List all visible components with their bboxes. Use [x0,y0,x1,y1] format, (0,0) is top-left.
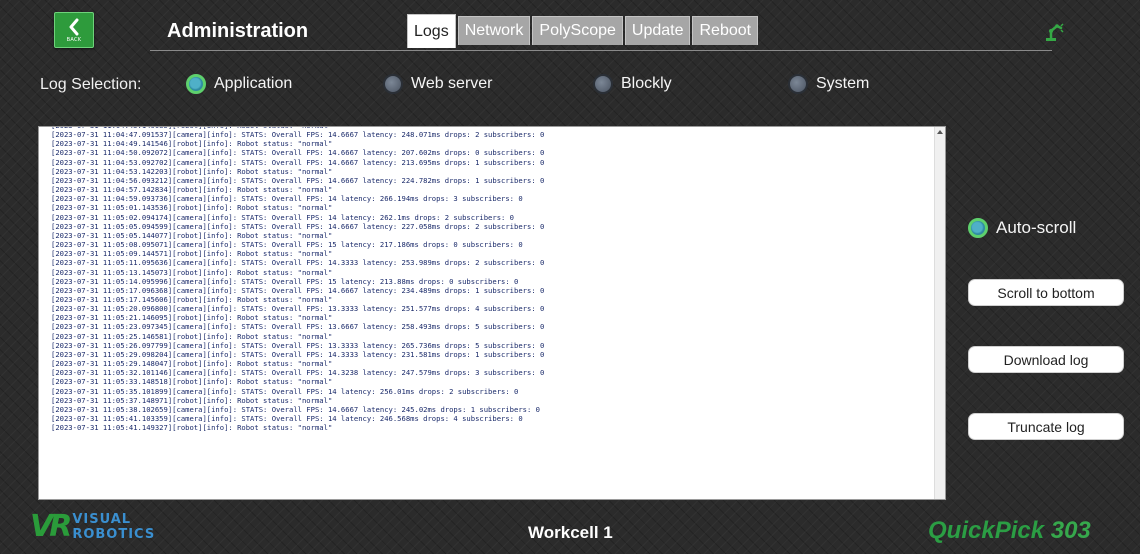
tab-network[interactable]: Network [457,16,531,45]
radio-blockly[interactable]: Blockly [593,74,672,94]
log-selection-label: Log Selection: [40,76,142,93]
visual-robotics-logo: VR VISUAL ROBOTICS [30,509,156,544]
log-line: [2023-07-31 11:05:26.097799][camera][inf… [51,340,545,350]
log-line: [2023-07-31 11:05:32.101146][camera][inf… [51,368,545,378]
log-scrollbar[interactable] [934,127,945,499]
radio-label: System [816,75,870,92]
log-line: [2023-07-31 11:05:21.146095][robot][info… [51,313,333,323]
scroll-to-bottom-button[interactable]: Scroll to bottom [968,279,1124,306]
log-line: [2023-07-31 11:05:14.095996][camera][inf… [51,276,519,286]
log-line: [2023-07-31 11:05:33.148518][robot][info… [51,377,333,387]
log-line: [2023-07-31 11:04:49.141546][robot][info… [51,139,333,149]
log-line: [2023-07-31 11:04:50.092072][camera][inf… [51,148,545,158]
admin-screen: BACK Administration Logs Network PolySco… [0,0,1140,554]
truncate-log-button[interactable]: Truncate log [968,413,1124,440]
radio-application[interactable]: Application [186,74,292,94]
radio-indicator [788,74,808,94]
download-log-button[interactable]: Download log [968,346,1124,373]
log-line: [2023-07-31 11:05:20.096800][camera][inf… [51,304,545,314]
robot-arm-icon[interactable] [1043,21,1065,47]
scroll-up-arrow-icon[interactable] [937,130,943,134]
tab-bar: Logs Network PolyScope Update Reboot [407,14,759,48]
radio-label: Blockly [621,75,672,92]
log-line: [2023-07-31 11:05:41.103359][camera][inf… [51,414,523,423]
log-line: [2023-07-31 11:04:53.092702][camera][inf… [51,157,545,167]
radio-label: Application [214,75,293,92]
autoscroll-toggle[interactable]: Auto-scroll [968,218,1076,238]
log-text-area[interactable]: [2023-07-31 11:04:45.140085][robot][info… [38,126,946,500]
log-line: [2023-07-31 11:05:29.098204][camera][inf… [51,349,545,359]
log-line: [2023-07-31 11:05:37.148971][robot][info… [51,395,333,405]
back-label: BACK [66,36,82,43]
radio-indicator [593,74,613,94]
tab-update[interactable]: Update [624,16,691,45]
log-line: [2023-07-31 11:04:57.142834][robot][info… [51,185,333,195]
log-line: [2023-07-31 11:05:35.101899][camera][inf… [51,386,519,396]
logo-letters: VR [30,509,72,544]
product-name: QuickPick 303 [928,517,1091,545]
radio-system[interactable]: System [788,74,869,94]
header-divider [150,50,1052,51]
workcell-label: Workcell 1 [528,523,613,542]
radio-indicator [186,74,206,94]
log-line: [2023-07-31 11:04:53.142203][robot][info… [51,166,333,176]
log-line: [2023-07-31 11:05:17.096368][camera][inf… [51,285,545,295]
log-line: [2023-07-31 11:05:02.094174][camera][inf… [51,212,515,222]
radio-indicator [968,218,988,238]
log-line: [2023-07-31 11:05:05.144077][robot][info… [51,230,333,240]
log-line: [2023-07-31 11:05:38.102659][camera][inf… [51,404,540,414]
log-line: [2023-07-31 11:04:59.093736][camera][inf… [51,194,523,204]
logo-line-1: VISUAL [72,512,132,527]
tab-reboot[interactable]: Reboot [692,16,759,45]
radio-indicator [383,74,403,94]
radio-web-server[interactable]: Web server [383,74,493,94]
product-name-b: 303 [1044,517,1091,544]
log-line: [2023-07-31 11:04:56.093212][camera][inf… [51,175,545,185]
log-line: [2023-07-31 11:05:29.148047][robot][info… [51,359,333,369]
tab-polyscope[interactable]: PolyScope [532,16,623,45]
log-line: [2023-07-31 11:05:23.097345][camera][inf… [51,322,545,332]
log-line: [2023-07-31 11:05:41.149327][robot][info… [51,423,333,433]
log-line: [2023-07-31 11:05:25.146581][robot][info… [51,331,333,341]
log-line: [2023-07-31 11:05:05.094599][camera][inf… [51,221,545,231]
product-name-a: QuickPick [928,517,1045,544]
log-lines: [2023-07-31 11:04:45.140085][robot][info… [51,127,931,433]
log-line: [2023-07-31 11:05:08.095071][camera][inf… [51,240,523,250]
tab-logs[interactable]: Logs [407,14,456,48]
log-line: [2023-07-31 11:05:17.145606][robot][info… [51,294,333,304]
log-line: [2023-07-31 11:05:01.143536][robot][info… [51,203,333,213]
back-button[interactable]: BACK [54,12,94,48]
autoscroll-label: Auto-scroll [996,218,1077,237]
log-line: [2023-07-31 11:05:11.095636][camera][inf… [51,258,545,268]
radio-label: Web server [411,75,493,92]
page-title: Administration [167,20,309,42]
log-line: [2023-07-31 11:05:09.144571][robot][info… [51,249,333,259]
log-line: [2023-07-31 11:04:47.091537][camera][inf… [51,130,545,140]
log-line: [2023-07-31 11:05:13.145073][robot][info… [51,267,333,277]
logo-line-2: ROBOTICS [72,527,156,542]
chevron-left-icon [69,18,79,35]
